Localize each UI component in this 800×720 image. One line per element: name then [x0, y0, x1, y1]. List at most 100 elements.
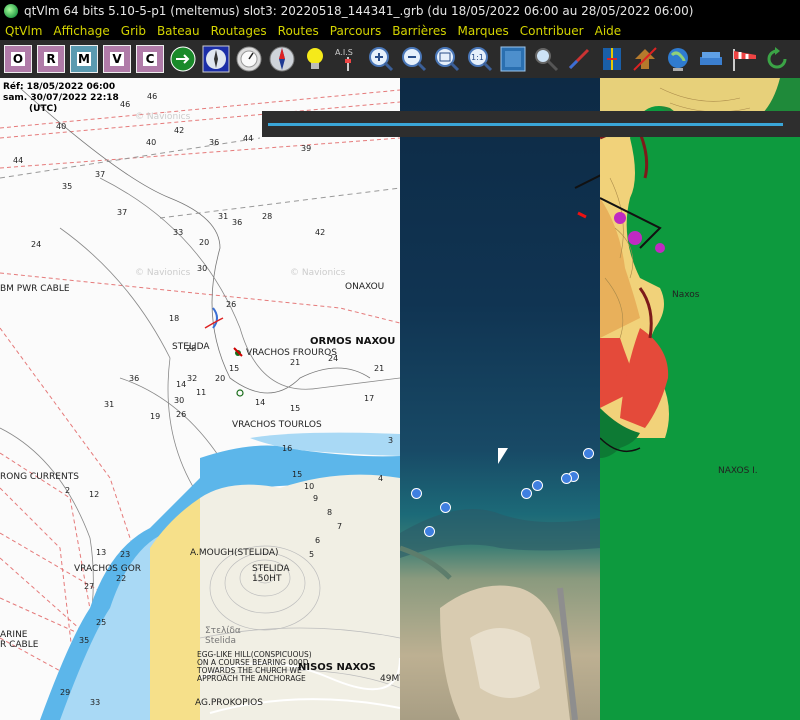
mouse-cursor [498, 448, 508, 464]
zoom-in-icon[interactable] [367, 45, 395, 73]
svg-text:1:1: 1:1 [471, 53, 484, 62]
compass-needle-icon[interactable] [268, 45, 296, 73]
lightbulb-icon[interactable] [301, 45, 329, 73]
map-extent-icon[interactable] [499, 45, 527, 73]
ormos-naxou-label: ORMOS NAXOU [310, 336, 396, 347]
depth-value: 10 [304, 482, 315, 491]
progress-fill [268, 123, 783, 126]
nisos-naxos-label: NISOS NAXOS [298, 662, 376, 673]
depth-value: 4 [378, 474, 384, 483]
zoom-area-icon[interactable] [433, 45, 461, 73]
depth-value: 3 [388, 436, 394, 445]
menu-affichage[interactable]: Affichage [53, 24, 109, 38]
waypoint-marker-icon[interactable] [521, 488, 532, 499]
depth-value: 36 [129, 374, 140, 383]
toggle-o-button[interactable]: O [4, 45, 32, 73]
depth-value: 46 [120, 100, 131, 109]
waypoint-marker-icon[interactable] [583, 448, 594, 459]
agprokopios-label: AG.PROKOPIOS [195, 698, 263, 708]
depth-value: 31 [218, 212, 229, 221]
ais-icon[interactable]: A.I.S [334, 45, 362, 73]
depth-value: 37 [95, 170, 106, 179]
naxos-island-label: NAXOS I. [718, 466, 758, 476]
globe-icon[interactable] [664, 45, 692, 73]
windsock-icon[interactable] [730, 45, 758, 73]
stelida-greek-label: Στελίδα Stelida [205, 626, 241, 646]
depth-value: 28 [262, 212, 273, 221]
refresh-icon[interactable] [763, 45, 791, 73]
waypoint-marker-icon[interactable] [532, 480, 543, 491]
depth-value: 9 [313, 494, 319, 503]
waypoint-marker-icon[interactable] [440, 502, 451, 513]
waypoint-marker-icon[interactable] [411, 488, 422, 499]
depth-value: 40 [146, 138, 157, 147]
measure-icon[interactable] [565, 45, 593, 73]
gauge-icon[interactable] [235, 45, 263, 73]
compass-rose-icon[interactable] [202, 45, 230, 73]
satellite-view[interactable] [400, 78, 600, 720]
amouglies-label: A.MOUGH(STELIDA) [190, 548, 279, 558]
toggle-m-button[interactable]: M [70, 45, 98, 73]
menu-marques[interactable]: Marques [457, 24, 508, 38]
depth-value: 36 [209, 138, 220, 147]
menu-bateau[interactable]: Bateau [157, 24, 200, 38]
depth-value: 14 [176, 380, 187, 389]
waypoint-marker-icon[interactable] [561, 473, 572, 484]
title-bar: qtVlm 64 bits 5.10-5-p1 (meltemus) slot3… [0, 0, 800, 22]
topo-layer [600, 78, 800, 458]
watermark-label: © Navionics [135, 268, 191, 278]
watermark-label: © Navionics [135, 112, 191, 122]
toggle-c-button[interactable]: C [136, 45, 164, 73]
depth-value: 31 [104, 400, 115, 409]
depth-value: 20 [215, 374, 226, 383]
depth-value: 27 [84, 582, 95, 591]
depth-value: 40 [56, 122, 67, 131]
menu-routages[interactable]: Routages [211, 24, 267, 38]
window-title: qtVlm 64 bits 5.10-5-p1 (meltemus) slot3… [24, 4, 694, 18]
menu-contribuer[interactable]: Contribuer [520, 24, 584, 38]
topographic-view[interactable]: Naxos NAXOS I. [600, 78, 800, 720]
menu-barrieres[interactable]: Barrières [392, 24, 446, 38]
map-view[interactable]: Réf: 18/05/2022 06:00 sam. 30/07/2022 22… [0, 78, 800, 720]
depth-value: 12 [89, 490, 100, 499]
depth-value: 15 [229, 364, 240, 373]
route-disabled-icon[interactable] [631, 45, 659, 73]
depth-value: 26 [226, 300, 237, 309]
depth-value: 28 [186, 344, 197, 353]
barrier-icon[interactable] [598, 45, 626, 73]
menu-aide[interactable]: Aide [595, 24, 622, 38]
arine-cable-label: ARINE R CABLE [0, 630, 39, 650]
vrachos-tourlos-label: VRACHOS TOURLOS [232, 420, 322, 430]
satellite-layer [400, 174, 600, 720]
naxos-town-label: Naxos [672, 290, 700, 300]
navigation-arrow-icon[interactable] [169, 45, 197, 73]
toggle-r-button[interactable]: R [37, 45, 65, 73]
layers-icon[interactable] [697, 45, 725, 73]
depth-value: 35 [79, 636, 90, 645]
search-icon[interactable] [532, 45, 560, 73]
depth-value: 15 [290, 404, 301, 413]
depth-value: 46 [147, 92, 158, 101]
nautical-chart-layer [0, 87, 400, 720]
depth-value: 23 [120, 550, 131, 559]
toggle-v-button[interactable]: V [103, 45, 131, 73]
depth-value: 16 [282, 444, 293, 453]
depth-value: 17 [364, 394, 375, 403]
depth-value: 19 [150, 412, 161, 421]
depth-value: 32 [187, 374, 198, 383]
depth-value: 2 [65, 486, 71, 495]
nautical-chart[interactable]: Réf: 18/05/2022 06:00 sam. 30/07/2022 22… [0, 78, 405, 720]
menu-parcours[interactable]: Parcours [330, 24, 381, 38]
depth-value: 44 [13, 156, 24, 165]
menu-routes[interactable]: Routes [278, 24, 319, 38]
depth-value: 21 [374, 364, 385, 373]
svg-text:A.I.S: A.I.S [335, 48, 353, 57]
zoom-out-icon[interactable] [400, 45, 428, 73]
menu-bar: QtVlm Affichage Grib Bateau Routages Rou… [0, 22, 800, 40]
menu-grib[interactable]: Grib [121, 24, 146, 38]
zoom-one-to-one-icon[interactable]: 1:1 [466, 45, 494, 73]
menu-qtvlm[interactable]: QtVlm [5, 24, 42, 38]
depth-value: 39 [301, 144, 312, 153]
waypoint-marker-icon[interactable] [424, 526, 435, 537]
current-date: sam. 30/07/2022 22:18 [3, 93, 119, 103]
